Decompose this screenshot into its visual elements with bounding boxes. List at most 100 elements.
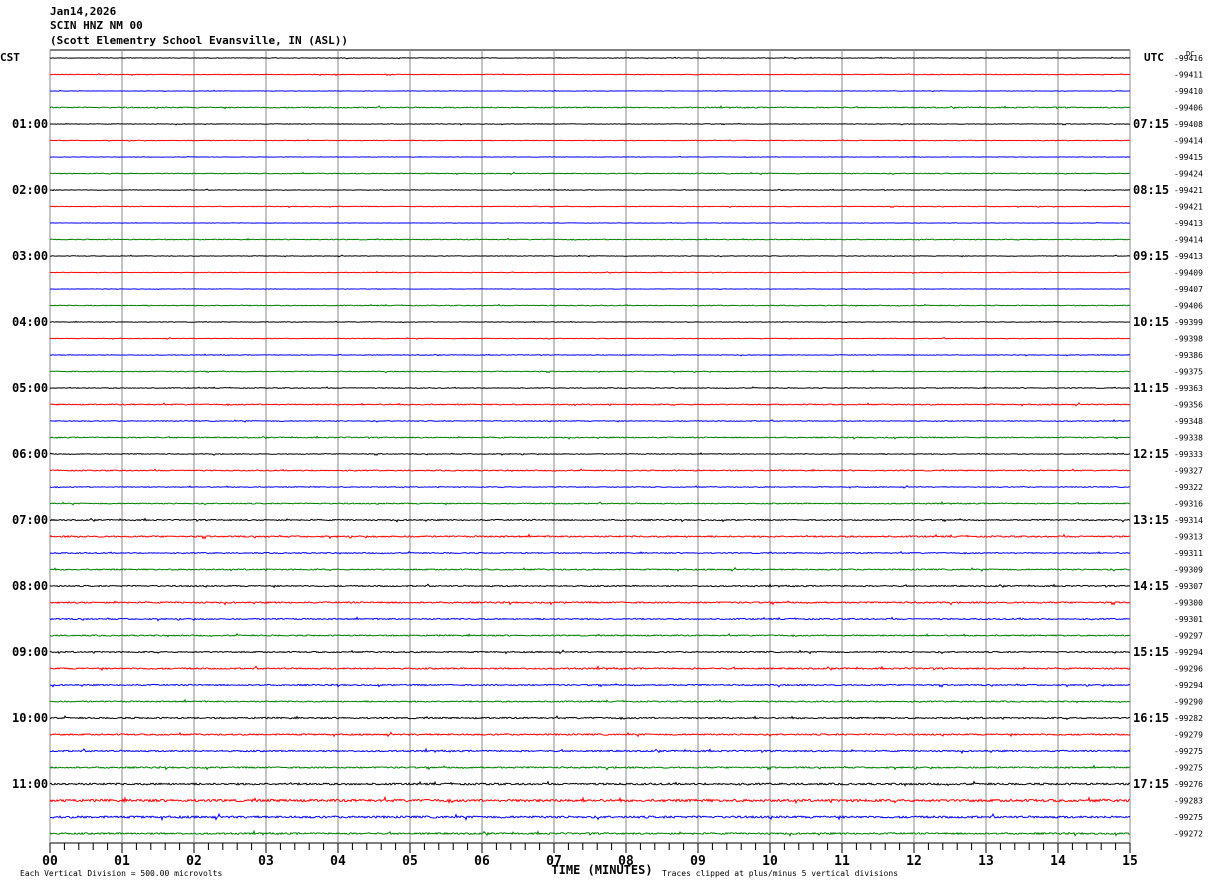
seismic-trace xyxy=(49,138,1131,142)
right-time-label: 10:15 xyxy=(1133,315,1169,329)
seismic-trace xyxy=(49,171,1131,176)
dc-offset-label: -99322 xyxy=(1174,483,1203,492)
right-time-label: 15:15 xyxy=(1133,645,1169,659)
right-time-label: 09:15 xyxy=(1133,249,1169,263)
dc-offset-label: -99413 xyxy=(1174,219,1203,228)
left-axis-title: CST xyxy=(0,51,20,64)
dc-offset-label: -99282 xyxy=(1174,714,1203,723)
seismic-trace xyxy=(49,418,1131,423)
dc-offset-label: -99275 xyxy=(1174,747,1203,756)
dc-offset-label: -99411 xyxy=(1174,71,1203,80)
x-tick-label: 04 xyxy=(330,854,346,869)
seismic-trace xyxy=(49,632,1131,638)
x-tick-label: 01 xyxy=(114,854,130,869)
seismic-trace xyxy=(49,485,1131,489)
dc-offset-label: -99386 xyxy=(1174,351,1203,360)
seismic-trace xyxy=(49,452,1131,456)
x-tick-label: 14 xyxy=(1050,854,1066,869)
dc-offset-label: -99307 xyxy=(1174,582,1203,591)
seismic-trace xyxy=(49,468,1131,473)
seismic-trace xyxy=(49,715,1131,721)
dc-offset-label: -99409 xyxy=(1174,269,1203,278)
right-time-label: 13:15 xyxy=(1133,513,1169,527)
left-time-label: 05:00 xyxy=(12,381,48,395)
left-time-label: 02:00 xyxy=(12,183,48,197)
seismic-trace xyxy=(49,205,1131,209)
left-time-label: 09:00 xyxy=(12,645,48,659)
right-time-label: 11:15 xyxy=(1133,381,1169,395)
seismic-trace xyxy=(49,829,1131,837)
right-time-label: 14:15 xyxy=(1133,579,1169,593)
dc-offset-label: -99414 xyxy=(1174,236,1203,245)
seismic-trace xyxy=(49,188,1131,192)
seismic-trace xyxy=(49,369,1131,374)
dc-offset-label: -99283 xyxy=(1174,797,1203,806)
left-time-label: 08:00 xyxy=(12,579,48,593)
dc-offset-label: -99276 xyxy=(1174,780,1203,789)
dc-offset-label: -99413 xyxy=(1174,252,1203,261)
dc-offset-label: -99313 xyxy=(1174,533,1203,542)
seismic-trace xyxy=(49,287,1131,291)
dc-offset-label: -99406 xyxy=(1174,302,1203,311)
seismic-trace xyxy=(49,501,1131,506)
x-tick-label: 06 xyxy=(474,854,490,869)
seismic-trace xyxy=(49,550,1131,555)
x-tick-label: 11 xyxy=(834,854,850,869)
left-time-label: 11:00 xyxy=(12,777,48,791)
helicorder-plot: 00 01 02 03 04 05 06 07 08 09 10 11 12 13 14 15TIME (MI… xyxy=(0,49,1203,878)
dc-offset-label: -99406 xyxy=(1174,104,1203,113)
dc-offset-label: -99272 xyxy=(1174,830,1203,839)
seismic-trace xyxy=(49,812,1131,822)
seismic-trace xyxy=(49,780,1131,787)
seismic-trace xyxy=(49,336,1131,340)
x-tick-label: 05 xyxy=(402,854,418,869)
dc-offset-label: -99333 xyxy=(1174,450,1203,459)
seismic-trace xyxy=(49,237,1131,241)
dc-offset-label: -99294 xyxy=(1174,681,1203,690)
dc-offset-label: -99327 xyxy=(1174,467,1203,476)
seismic-trace xyxy=(49,122,1131,126)
x-tick-label: 10 xyxy=(762,854,778,869)
seismic-trace xyxy=(49,747,1131,755)
seismic-trace xyxy=(49,533,1131,540)
seismic-trace xyxy=(49,795,1130,805)
dc-offset-label: -99348 xyxy=(1174,417,1203,426)
seismic-trace xyxy=(49,566,1131,573)
left-time-label: 04:00 xyxy=(12,315,48,329)
dc-offset-label: -99408 xyxy=(1174,120,1203,129)
seismic-trace xyxy=(49,221,1131,224)
dc-offset-label: -99316 xyxy=(1174,500,1203,509)
left-time-label: 01:00 xyxy=(12,117,48,131)
dc-offset-label: -99375 xyxy=(1174,368,1203,377)
seismic-trace xyxy=(49,764,1131,771)
seismic-trace xyxy=(49,320,1131,324)
seismic-trace xyxy=(49,155,1131,158)
seismic-trace xyxy=(49,303,1131,307)
right-time-label: 07:15 xyxy=(1133,117,1169,131)
dc-offset-label: -99363 xyxy=(1174,384,1203,393)
dc-offset-label: -99275 xyxy=(1174,813,1203,822)
dc-offset-label: -99398 xyxy=(1174,335,1203,344)
seismic-trace xyxy=(49,731,1131,738)
seismic-trace xyxy=(49,73,1131,77)
dc-offset-label: -99300 xyxy=(1174,599,1203,608)
seismic-trace xyxy=(49,517,1131,523)
seismic-trace xyxy=(49,435,1131,440)
left-time-label: 10:00 xyxy=(12,711,48,725)
scale-note: Each Vertical Division = 500.00 microvol… xyxy=(20,869,222,878)
right-time-label: 08:15 xyxy=(1133,183,1169,197)
seismic-trace xyxy=(49,649,1131,655)
dc-offset-label: -99410 xyxy=(1174,87,1203,96)
dc-offset-label: -99297 xyxy=(1174,632,1203,641)
dc-offset-label: -99407 xyxy=(1174,285,1203,294)
x-tick-label: 15 xyxy=(1122,854,1138,869)
x-tick-label: 12 xyxy=(906,854,922,869)
seismic-trace xyxy=(49,616,1131,622)
dc-offset-label: -99279 xyxy=(1174,731,1203,740)
seismic-trace xyxy=(49,353,1131,357)
dc-offset-label: -99311 xyxy=(1174,549,1203,558)
clip-note: Traces clipped at plus/minus 5 vertical … xyxy=(662,869,898,878)
seismic-trace xyxy=(49,583,1131,589)
dc-offset-label: -99294 xyxy=(1174,648,1203,657)
right-axis-title: UTC xyxy=(1144,51,1164,64)
